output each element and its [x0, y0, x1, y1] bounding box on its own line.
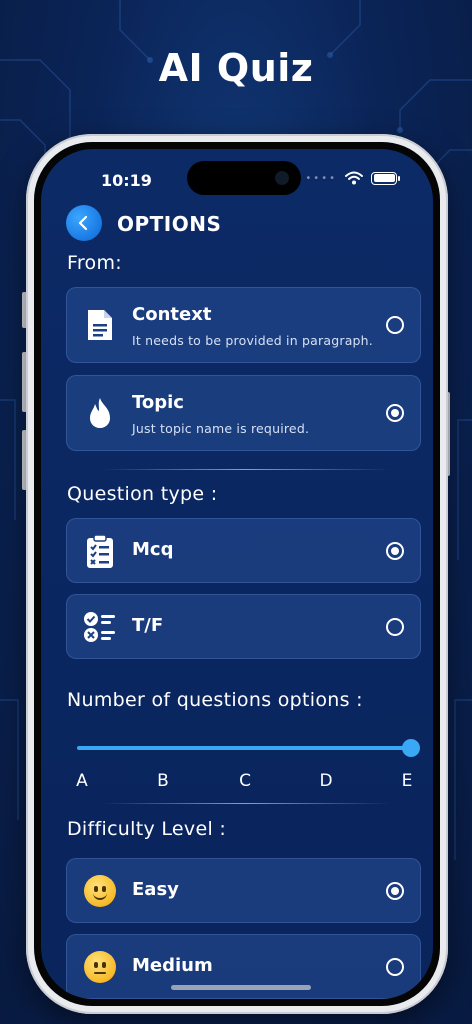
page-title: OPTIONS	[117, 212, 222, 236]
option-title: Mcq	[132, 539, 174, 560]
from-label: From:	[67, 252, 122, 274]
option-easy[interactable]: Easy	[66, 858, 421, 923]
radio-topic[interactable]	[386, 404, 404, 422]
option-title: Medium	[132, 955, 213, 976]
dynamic-island	[187, 161, 301, 195]
chevron-left-icon	[78, 215, 88, 231]
phone-frame: 10:19 •••• OPTIONS From: Context It need…	[26, 134, 448, 1014]
num-options-label: Number of questions options :	[67, 689, 363, 711]
option-mcq[interactable]: Mcq	[66, 518, 421, 583]
app-screen: 10:19 •••• OPTIONS From: Context It need…	[41, 149, 433, 999]
option-title: Topic	[132, 392, 184, 413]
slider-tick-b: B	[157, 771, 169, 791]
wifi-icon	[345, 171, 363, 185]
slider-tick-c: C	[239, 771, 251, 791]
option-true-false[interactable]: T/F	[66, 594, 421, 659]
radio-mcq[interactable]	[386, 541, 404, 560]
radio-true-false[interactable]	[386, 617, 404, 636]
true-false-icon	[83, 610, 117, 644]
flame-icon	[83, 396, 117, 430]
options-slider-thumb[interactable]	[402, 739, 420, 757]
option-context[interactable]: Context It needs to be provided in parag…	[66, 287, 421, 363]
neutral-face-icon	[83, 950, 117, 984]
home-indicator[interactable]	[171, 985, 311, 990]
document-icon	[83, 308, 117, 342]
status-time: 10:19	[101, 171, 152, 190]
divider	[101, 469, 391, 470]
question-type-label: Question type :	[67, 483, 218, 505]
slider-tick-e: E	[401, 771, 413, 791]
option-title: Context	[132, 304, 212, 325]
option-title: T/F	[132, 615, 164, 636]
divider	[101, 803, 391, 804]
slider-tick-a: A	[76, 771, 88, 791]
radio-easy[interactable]	[386, 881, 404, 900]
option-subtitle: It needs to be provided in paragraph.	[132, 333, 373, 348]
difficulty-label: Difficulty Level :	[67, 818, 227, 840]
phone-bezel: 10:19 •••• OPTIONS From: Context It need…	[34, 142, 440, 1006]
signal-icon: ••••	[305, 172, 337, 184]
status-icons: ••••	[305, 171, 400, 185]
battery-icon	[371, 171, 400, 185]
clipboard-checklist-icon	[83, 533, 117, 568]
options-slider-track[interactable]	[77, 746, 411, 750]
option-subtitle: Just topic name is required.	[132, 421, 310, 436]
option-topic[interactable]: Topic Just topic name is required.	[66, 375, 421, 451]
back-button[interactable]	[66, 205, 102, 241]
option-title: Easy	[132, 879, 179, 900]
radio-medium[interactable]	[386, 957, 404, 976]
camera-icon	[275, 171, 289, 185]
app-title: AI Quiz	[158, 46, 314, 90]
slightly-smiling-face-icon	[83, 874, 117, 908]
radio-context[interactable]	[386, 316, 404, 334]
slider-tick-d: D	[319, 771, 333, 791]
